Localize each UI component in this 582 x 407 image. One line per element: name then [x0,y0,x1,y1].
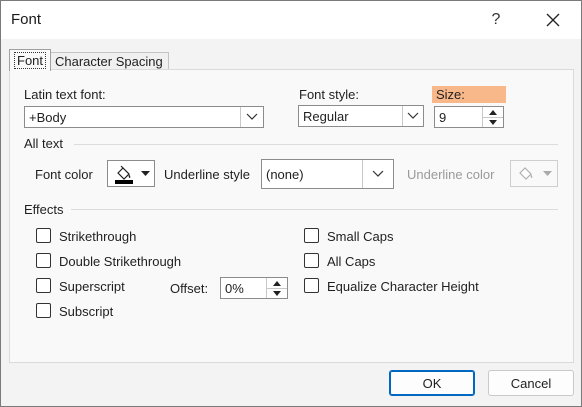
size-label: Size: [436,87,465,102]
superscript-label: Superscript [59,279,125,294]
underline-style-value: (none) [266,167,304,182]
triangle-down-icon [489,119,497,125]
latin-font-value: +Body [29,110,67,125]
chevron-down-icon [246,113,258,120]
offset-value: 0% [225,281,244,296]
help-button[interactable]: ? [483,7,509,33]
chevron-down-icon [407,112,419,119]
font-color-picker[interactable] [107,160,155,187]
caret-down-icon [543,171,552,176]
font-color-label: Font color [35,167,93,182]
tab-character-spacing-label: Character Spacing [55,54,163,69]
paint-bucket-icon [115,165,133,184]
paint-bucket-icon [519,167,533,180]
ok-button[interactable]: OK [389,370,475,396]
font-style-dropdown-button[interactable] [402,106,423,126]
font-style-value: Regular [303,109,349,124]
size-spinner[interactable]: 9 [434,106,504,128]
all-text-section-label: All text [24,136,64,151]
offset-down-button[interactable] [266,288,287,298]
triangle-down-icon [273,290,281,296]
subscript-checkbox[interactable] [36,303,51,318]
all-text-divider [74,144,558,145]
underline-style-dropdown-button[interactable] [362,160,393,188]
font-dialog: Font ? Font Character Spacing Latin text… [0,0,582,407]
latin-font-combobox[interactable]: +Body [24,106,264,128]
chevron-down-icon [372,170,384,177]
triangle-up-icon [489,109,497,115]
cancel-button[interactable]: Cancel [488,370,574,396]
offset-spinner[interactable]: 0% [220,277,288,299]
close-button[interactable] [539,7,567,33]
tab-font-label: Font [13,52,47,69]
size-value: 9 [439,110,447,125]
effects-section-label: Effects [24,202,64,217]
underline-style-label: Underline style [164,167,250,182]
underline-color-picker[interactable] [510,160,558,187]
equalize-character-height-label: Equalize Character Height [327,279,479,294]
subscript-label: Subscript [59,304,114,319]
latin-font-label: Latin text font: [24,87,106,102]
small-caps-checkbox[interactable] [304,228,319,243]
strikethrough-checkbox[interactable] [36,228,51,243]
close-icon [546,13,560,27]
size-label-highlight: Size: [432,86,506,103]
font-style-combobox[interactable]: Regular [298,105,424,127]
underline-style-combobox[interactable]: (none) [261,159,394,189]
font-style-label: Font style: [299,87,359,102]
small-caps-label: Small Caps [327,229,394,244]
underline-color-label: Underline color [407,167,495,182]
size-down-button[interactable] [482,117,503,127]
latin-font-dropdown-button[interactable] [240,107,263,127]
double-strikethrough-checkbox[interactable] [36,253,51,268]
effects-divider [71,209,558,210]
equalize-character-height-checkbox[interactable] [304,278,319,293]
double-strikethrough-label: Double Strikethrough [59,254,182,269]
caret-down-icon [141,171,150,176]
triangle-up-icon [273,280,281,286]
all-caps-checkbox[interactable] [304,253,319,268]
superscript-checkbox[interactable] [36,278,51,293]
tab-font[interactable]: Font [9,49,52,71]
strikethrough-label: Strikethrough [59,229,137,244]
offset-label: Offset: [170,281,209,296]
dialog-title: Font [11,11,42,28]
all-caps-label: All Caps [327,254,376,269]
